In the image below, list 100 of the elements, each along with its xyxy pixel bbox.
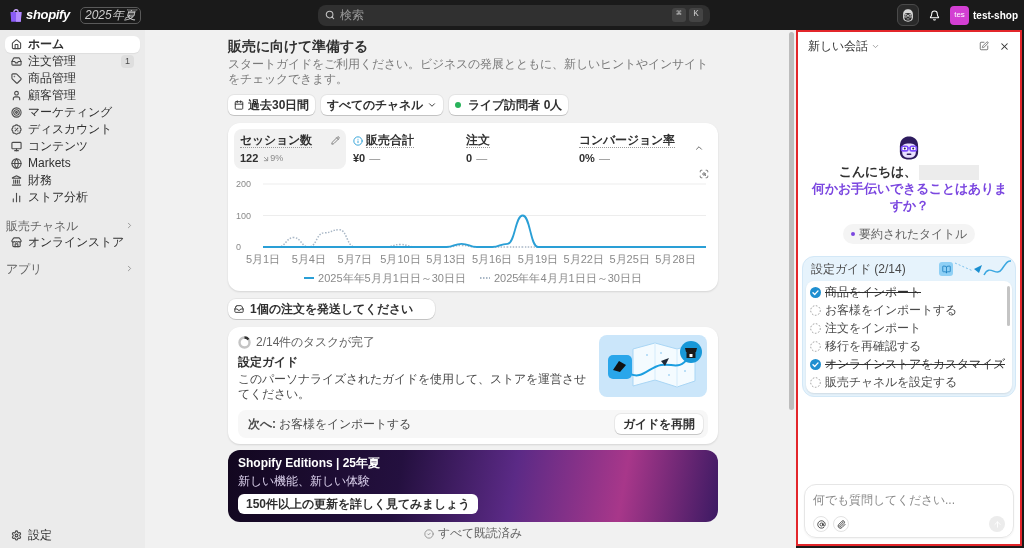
conversation-menu-button[interactable]: 新しい会話 xyxy=(808,37,880,55)
metric-label: コンバージョン率 xyxy=(579,133,675,148)
search-input[interactable]: 検索 xyxy=(340,6,667,24)
chat-input-field[interactable]: 何でも質問してください... xyxy=(813,491,1005,508)
sidebar-item[interactable]: ディスカウント xyxy=(5,121,140,138)
shopping-bag-icon xyxy=(10,8,22,22)
sidebar-item[interactable]: 商品管理 xyxy=(5,70,140,87)
metric-value: 122 xyxy=(240,152,259,165)
check-circle-icon xyxy=(424,528,434,539)
compose-icon[interactable] xyxy=(979,41,989,51)
dotted-line-swatch-icon xyxy=(480,276,490,280)
section-header[interactable]: アプリ xyxy=(5,260,140,277)
explore-updates-button[interactable]: 150件以上の更新を詳しく見てみましょう xyxy=(238,494,479,514)
sidebar-item[interactable]: オンラインストア xyxy=(5,234,140,251)
change-value: — xyxy=(476,152,488,165)
message-composer[interactable]: 何でも質問してください... xyxy=(804,484,1014,538)
at-sign-icon xyxy=(816,519,826,529)
shortcut-key: ⌘ xyxy=(672,8,686,22)
sidebar-item[interactable]: 顧客管理 xyxy=(5,87,140,104)
chevron-up-icon[interactable] xyxy=(694,143,704,153)
all-read-text: すべて既読済み xyxy=(438,526,522,541)
store-name[interactable]: test-shop xyxy=(973,7,1018,23)
sidebar-item[interactable]: 注文管理 1 xyxy=(5,53,140,70)
legend-label: 2025年年5月月1日日～30日日 xyxy=(318,271,466,285)
glasses-face-icon xyxy=(899,136,919,160)
inbox-icon xyxy=(11,56,22,67)
metric-value: 0 xyxy=(466,152,473,165)
sidebar-item[interactable]: Markets xyxy=(5,155,140,172)
chevron-right-icon xyxy=(125,264,134,273)
sidebar-item[interactable]: ストア分析 xyxy=(5,189,140,206)
metric-value: ¥0 xyxy=(353,152,366,165)
suggestion-chip[interactable]: 要約されたタイトル xyxy=(843,224,975,244)
date-range-button[interactable]: 過去30日間 xyxy=(228,95,316,115)
shortcut-key: K xyxy=(689,8,703,22)
greeting-text: こんにちは、 xyxy=(839,164,917,180)
x-axis-label: 5月25日 xyxy=(609,253,650,265)
x-axis-label: 5月22日 xyxy=(563,253,604,265)
change-value: — xyxy=(598,152,610,165)
sidebar-item[interactable]: 設定 xyxy=(5,527,140,544)
tag-icon xyxy=(11,73,22,84)
calendar-icon xyxy=(234,100,244,110)
section-header[interactable]: 販売チャネル xyxy=(5,217,140,234)
pencil-icon[interactable] xyxy=(331,136,340,145)
home-icon xyxy=(11,39,22,50)
search-field[interactable]: 検索 ⌘ K xyxy=(318,4,710,26)
resume-guide-button[interactable]: ガイドを再開 xyxy=(615,414,703,434)
solid-line-swatch-icon xyxy=(304,276,315,280)
task-item[interactable]: オンラインストアをカスタマイズ xyxy=(806,355,1007,373)
bank-icon xyxy=(11,175,22,186)
metric-label: 販売合計 xyxy=(366,133,414,148)
task-item[interactable]: 商品をインポート xyxy=(806,283,1007,301)
task-item[interactable]: 注文をインポート xyxy=(806,319,1007,337)
guide-description: このパーソナライズされたガイドを使用して、ストアを運営させてください。 xyxy=(238,372,587,402)
orders-notice-button[interactable]: 1個の注文を発送してください xyxy=(228,299,435,319)
x-axis-label: 5月19日 xyxy=(517,253,559,265)
change-value: 9% xyxy=(270,152,284,165)
change-value: — xyxy=(369,152,381,165)
y-axis-label: 0 xyxy=(236,242,241,252)
chevron-right-icon xyxy=(125,221,134,230)
scan-search-icon[interactable] xyxy=(699,169,709,179)
task-item[interactable]: お客様をインポートする xyxy=(806,301,1007,319)
sidebar-item[interactable]: ホーム xyxy=(5,36,140,53)
task-item[interactable]: 移行を再確認する xyxy=(806,337,1007,355)
store-icon xyxy=(11,237,22,248)
assistant-prompt: 何かお手伝いできることはありますか？ xyxy=(810,180,1008,214)
task-item[interactable]: 販売チャネルを設定する xyxy=(806,373,1007,391)
sidebar-item[interactable]: マーケティング xyxy=(5,104,140,121)
monitor-icon xyxy=(11,141,22,152)
paperclip-icon xyxy=(836,519,846,529)
settings-icon xyxy=(11,530,22,541)
bell-icon[interactable] xyxy=(929,9,940,21)
page-title: 販売に向けて準備する xyxy=(228,38,369,55)
sidebar-item[interactable]: 財務 xyxy=(5,172,140,189)
x-axis-label: 5月13日 xyxy=(426,253,467,265)
channel-filter-button[interactable]: すべてのチャネル xyxy=(321,95,444,115)
target-icon xyxy=(11,107,22,118)
y-axis-label: 200 xyxy=(236,179,252,189)
assistant-button[interactable] xyxy=(897,4,919,26)
progress-ring-icon xyxy=(238,336,251,349)
logo-wordmark: shopify xyxy=(26,7,70,23)
task-progress-text: 2/14件のタスクが完了 xyxy=(256,335,376,350)
banner-title: Shopify Editions | 25年夏 xyxy=(238,456,381,471)
globe-icon xyxy=(11,158,22,169)
route-arrow-drawing xyxy=(955,260,1011,278)
dot-icon xyxy=(851,232,855,236)
metric-label: セッション数 xyxy=(240,133,312,148)
chevron-down-icon xyxy=(427,100,438,110)
sidebar-item[interactable]: コンテンツ xyxy=(5,138,140,155)
store-avatar[interactable]: tes xyxy=(950,5,969,25)
live-visitors-button[interactable]: ライブ訪問者 0人 xyxy=(449,95,569,115)
bar-chart-icon xyxy=(11,192,22,203)
x-axis-label: 5月1日 xyxy=(245,253,281,265)
x-axis-label: 5月28日 xyxy=(655,253,696,265)
scrollbar-thumb xyxy=(1007,286,1010,326)
guide-panel-title: 設定ガイド (2/14) xyxy=(811,261,906,278)
metric-tab[interactable]: セッション数 122 9% xyxy=(234,129,346,169)
close-icon[interactable] xyxy=(999,40,1010,52)
person-icon xyxy=(11,90,22,101)
legend-label: 2025年年4月月1日日～30日日 xyxy=(494,271,642,285)
x-axis-label: 5月10日 xyxy=(380,253,421,265)
